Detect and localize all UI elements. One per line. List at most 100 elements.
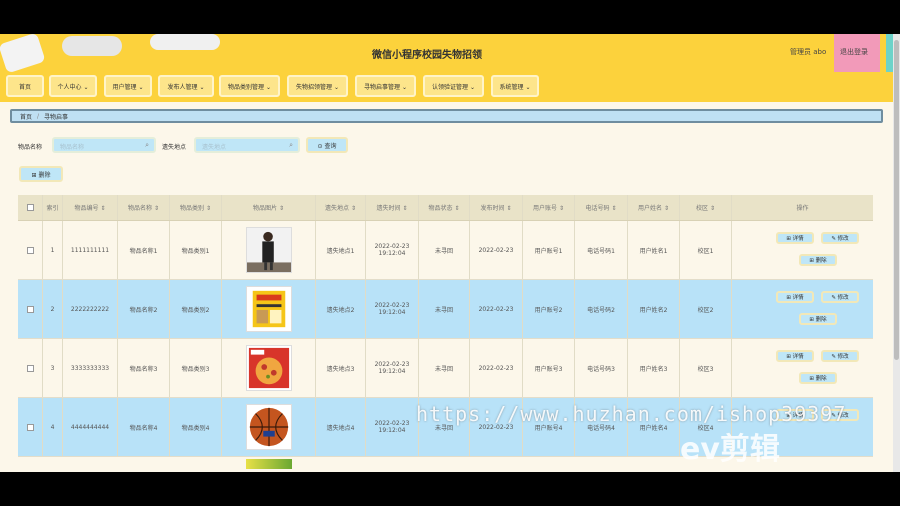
delete-button[interactable]: ⊞ 删除: [799, 254, 837, 266]
cell-code: 1111111111: [63, 221, 118, 279]
nav-item-claim-verify[interactable]: 认领验证管理 ⌄: [423, 75, 484, 97]
cell-actions: ⊞ 详情 ✎ 修改 ⊞ 删除: [732, 280, 873, 338]
cell-campus: 校区3: [680, 339, 732, 397]
row-checkbox[interactable]: [26, 305, 34, 313]
cell-category: 物品类别3: [170, 339, 222, 397]
lost-date: 2022-02-23: [374, 361, 410, 368]
detail-button[interactable]: ⊞ 详情: [776, 232, 814, 244]
watermark-text: https://www.huzhan.com/ishop39397: [416, 402, 847, 426]
row-checkbox-cell: [18, 398, 43, 456]
column-header[interactable]: 发布时间 ⇕: [470, 195, 523, 220]
row-checkbox-cell: [18, 221, 43, 279]
batch-delete-button[interactable]: ⊞ 删除: [19, 166, 63, 182]
item-photo: [245, 227, 292, 273]
nav-item-publishers[interactable]: 发布人管理 ⌄: [158, 75, 214, 97]
scrollbar-thumb[interactable]: [894, 40, 899, 360]
cell-code: 2222222222: [63, 280, 118, 338]
app-title: 微信小程序校园失物招领: [372, 50, 482, 61]
nav-item-home[interactable]: 首页: [6, 75, 44, 97]
top-header: 微信小程序校园失物招领 管理员 abo 退出登录: [0, 34, 900, 72]
cell-category: 物品类别4: [170, 398, 222, 456]
cell-phone: 电话号码3: [575, 339, 628, 397]
nav-item-users[interactable]: 用户管理 ⌄: [104, 75, 152, 97]
place-search-input[interactable]: 遗失地点 ⌕: [194, 137, 300, 153]
cell-index: 1: [43, 221, 63, 279]
nav-item-lost-notice[interactable]: 寻物启事管理 ⌄: [355, 75, 416, 97]
edit-button[interactable]: ✎ 修改: [821, 350, 859, 362]
ev-logo: ev剪辑: [680, 432, 780, 467]
cell-place: 遗失地点2: [316, 280, 366, 338]
column-header[interactable]: 校区 ⇕: [680, 195, 732, 220]
logout-link[interactable]: 退出登录: [840, 47, 868, 57]
nav-bar: 首页 个人中心 ⌄ 用户管理 ⌄ 发布人管理 ⌄ 物品类别管理 ⌄ 失物招领管理…: [0, 72, 900, 102]
search-icon: ⌕: [145, 141, 149, 149]
column-header[interactable]: 物品图片 ⇕: [222, 195, 316, 220]
cell-place: 遗失地点1: [316, 221, 366, 279]
edit-button[interactable]: ✎ 修改: [821, 291, 859, 303]
column-header[interactable]: 用户账号 ⇕: [523, 195, 575, 220]
cell-account: 用户账号3: [523, 339, 575, 397]
column-header[interactable]: 电话号码 ⇕: [575, 195, 628, 220]
select-all-checkbox[interactable]: [26, 204, 34, 211]
place-filter-label: 遗失地点: [162, 144, 187, 151]
row-checkbox-cell: [18, 339, 43, 397]
cell-place: 遗失地点4: [316, 398, 366, 456]
column-header[interactable]: 物品编号 ⇕: [63, 195, 118, 220]
nav-item-personal[interactable]: 个人中心 ⌄: [49, 75, 97, 97]
cell-phone: 电话号码2: [575, 280, 628, 338]
cell-account: 用户账号2: [523, 280, 575, 338]
cell-code: 4444444444: [63, 398, 118, 456]
table-row: 2 2222222222 物品名称2 物品类别2 遗失地点2 2022-02-2…: [18, 280, 873, 339]
edit-button[interactable]: ✎ 修改: [821, 232, 859, 244]
row-checkbox-cell: [18, 280, 43, 338]
search-icon: ⌕: [289, 141, 293, 149]
cell-name: 物品名称1: [118, 221, 170, 279]
cell-category: 物品类别1: [170, 221, 222, 279]
cell-username: 用户姓名3: [628, 339, 680, 397]
row-checkbox[interactable]: [26, 246, 34, 254]
item-photo: [245, 404, 292, 450]
column-header[interactable]: 物品状态 ⇕: [419, 195, 470, 220]
lost-date: 2022-02-23: [374, 420, 410, 427]
breadcrumb-home[interactable]: 首页: [20, 112, 32, 121]
item-photo: [246, 459, 292, 469]
row-checkbox[interactable]: [26, 364, 34, 372]
breadcrumb: 首页 / 寻物启事: [10, 109, 883, 123]
item-photo: [245, 345, 292, 391]
row-checkbox[interactable]: [26, 423, 34, 431]
cell-username: 用户姓名1: [628, 221, 680, 279]
nav-item-lost-found[interactable]: 失物招领管理 ⌄: [287, 75, 348, 97]
cell-status: 未寻回: [419, 221, 470, 279]
cell-image: [222, 280, 316, 338]
header-decoration: [62, 36, 122, 56]
cell-publish: 2022-02-23: [470, 280, 523, 338]
name-search-input[interactable]: 物品名称 ⌕: [52, 137, 156, 153]
delete-button[interactable]: ⊞ 删除: [799, 313, 837, 325]
column-header[interactable]: 用户姓名 ⇕: [628, 195, 680, 220]
column-header: 索引: [43, 195, 63, 220]
cell-lost-time: 2022-02-23 19:12:04: [366, 339, 419, 397]
column-header[interactable]: 物品类别 ⇕: [170, 195, 222, 220]
cell-status: 未寻回: [419, 339, 470, 397]
table-row: 1 1111111111 物品名称1 物品类别1 遗失地点1 2022-02-2…: [18, 221, 873, 280]
breadcrumb-current: 寻物启事: [44, 113, 69, 121]
query-button[interactable]: ⊙ 查询: [306, 137, 348, 153]
vertical-scrollbar[interactable]: [893, 34, 900, 472]
detail-button[interactable]: ⊞ 详情: [776, 291, 814, 303]
lost-date: 2022-02-23: [374, 243, 410, 250]
nav-item-categories[interactable]: 物品类别管理 ⌄: [219, 75, 280, 97]
cell-lost-time: 2022-02-23 19:12:04: [366, 398, 419, 456]
cell-actions: ⊞ 详情 ✎ 修改 ⊞ 删除: [732, 221, 873, 279]
lost-clock: 19:12:04: [378, 250, 406, 257]
cell-category: 物品类别2: [170, 280, 222, 338]
detail-button[interactable]: ⊞ 详情: [776, 350, 814, 362]
cell-phone: 电话号码1: [575, 221, 628, 279]
delete-button[interactable]: ⊞ 删除: [799, 372, 837, 384]
column-header[interactable]: 遗失时间 ⇕: [366, 195, 419, 220]
name-filter-label: 物品名称: [18, 144, 43, 151]
column-header[interactable]: 物品名称 ⇕: [118, 195, 170, 220]
column-header[interactable]: 遗失地点 ⇕: [316, 195, 366, 220]
select-all-cell: [18, 195, 43, 220]
nav-item-system[interactable]: 系统管理 ⌄: [491, 75, 539, 97]
cell-campus: 校区1: [680, 221, 732, 279]
